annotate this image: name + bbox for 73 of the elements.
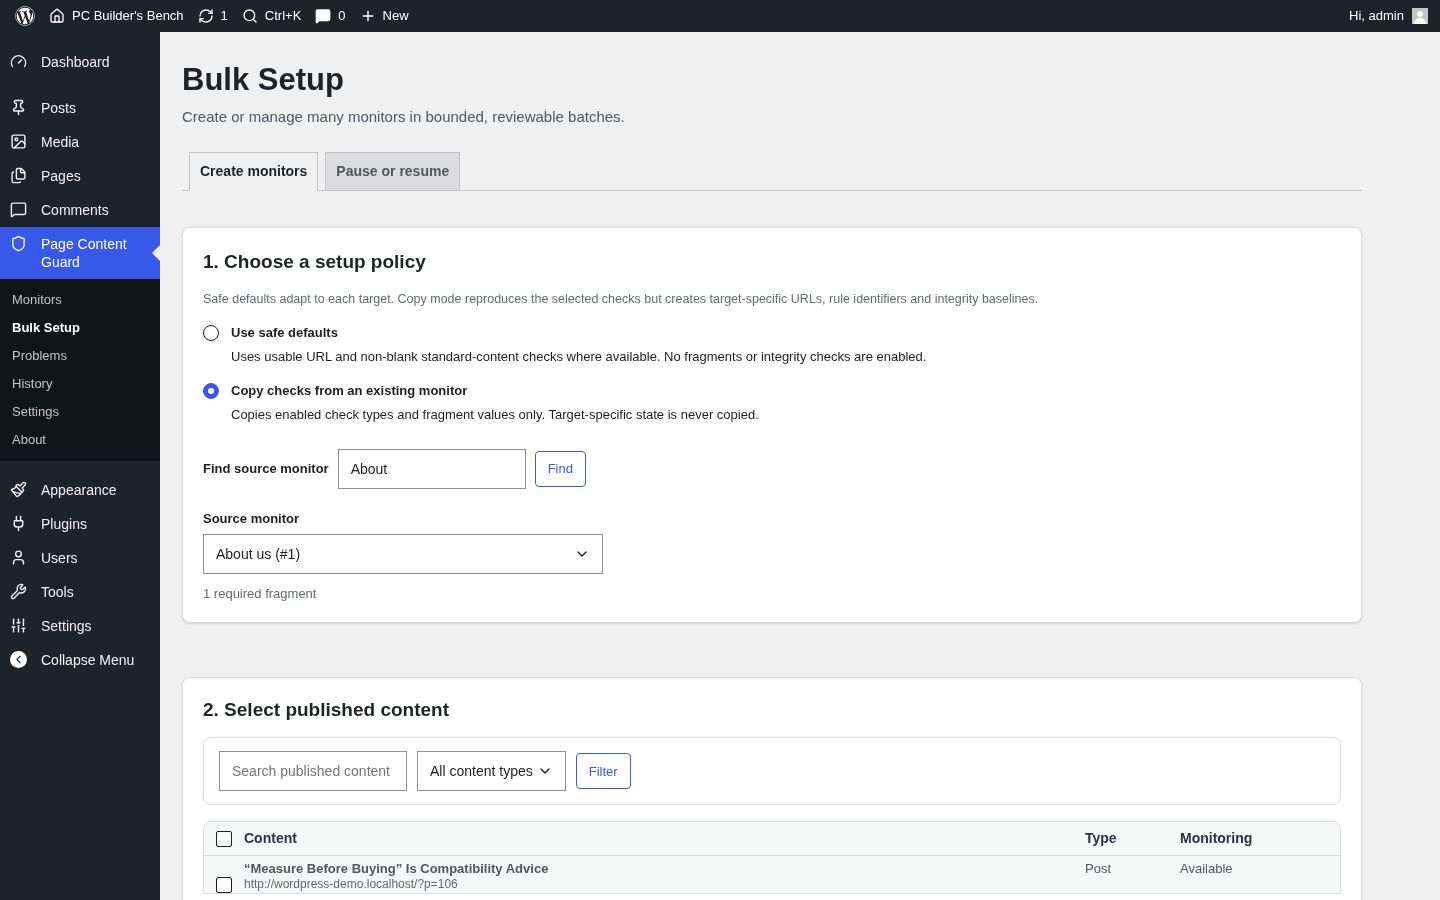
option-label: Copy checks from an existing monitor (231, 381, 469, 400)
content-url: http://wordpress-demo.localhost/?p=106 (244, 878, 459, 892)
option-description: Copies enabled check types and fragment values only. Target-specific state is never copied. (231, 406, 759, 425)
page-title: Bulk Setup (182, 61, 345, 99)
search-icon (241, 8, 258, 24)
pin-icon (10, 99, 27, 116)
page-subtitle: Create or manage many monitors in bounded, reviewable batches. (182, 107, 626, 127)
sidebar-item[interactable]: Page Content Guard (0, 227, 160, 279)
section-heading: 1. Choose a setup policy (203, 249, 427, 274)
admin-bar-item[interactable]: 0 (308, 0, 353, 32)
filter-button[interactable]: Filter (575, 753, 631, 790)
sliders-icon (10, 617, 27, 634)
sidebar-item[interactable]: Collapse Menu (0, 643, 160, 677)
submenu-item[interactable]: Problems (0, 342, 160, 370)
search-field[interactable]: Search published content (219, 751, 407, 792)
sidebar-item[interactable]: Users (0, 541, 160, 575)
shield-icon (10, 235, 27, 252)
gauge-icon (10, 53, 27, 70)
image-icon (10, 133, 27, 150)
option-label: Use safe defaults (231, 323, 339, 342)
section-heading: 2. Select published content (203, 697, 450, 722)
submenu-item[interactable]: Bulk Setup (0, 314, 160, 342)
find-button[interactable]: Find (534, 450, 586, 487)
sidebar-item[interactable]: Comments (0, 193, 160, 227)
admin-bar-item[interactable]: PC Builder's Bench (42, 0, 191, 32)
column-header: Type (1085, 830, 1117, 847)
sidebar-item[interactable]: Plugins (0, 507, 160, 541)
checkbox[interactable] (216, 830, 232, 847)
pages-icon (10, 167, 27, 184)
type-select[interactable]: All content types (417, 751, 566, 792)
radio-button[interactable] (203, 324, 219, 341)
submenu-item[interactable]: Settings (0, 398, 160, 426)
column-header: Content (244, 830, 297, 847)
submenu-item[interactable]: About (0, 426, 160, 454)
checkbox[interactable] (216, 877, 232, 894)
wrench-icon (10, 583, 27, 600)
speech-bubble-icon (10, 201, 27, 218)
sidebar-item[interactable]: Posts (0, 91, 160, 125)
sidebar-item[interactable]: Pages (0, 159, 160, 193)
sidebar-item[interactable]: Media (0, 125, 160, 159)
radio-button[interactable] (203, 382, 219, 399)
sidebar-item[interactable]: Appearance (0, 473, 160, 507)
content-title: “Measure Before Buying” Is Compatibility Advice (244, 861, 550, 878)
table-cell: Available (1180, 861, 1233, 877)
section-description: Safe defaults adapt to each target. Copy mode reproduces the selected checks but creates target-specific URLs, rule identifiers and integrity baselines. (203, 291, 1040, 308)
submenu-item[interactable]: Monitors (0, 286, 160, 314)
user-icon (10, 549, 27, 566)
sidebar-item[interactable]: Dashboard (0, 45, 160, 79)
home-icon (49, 8, 65, 24)
current-pointer-icon (152, 245, 160, 261)
refresh-icon (197, 8, 214, 24)
avatar-icon (1412, 8, 1428, 24)
column-header: Monitoring (1180, 830, 1253, 847)
option-description: Uses usable URL and non-blank standard-content checks where available. No fragments or integrity checks are enabled. (231, 348, 927, 367)
admin-bar-item[interactable]: Ctrl+K (234, 0, 309, 32)
fragment-note: 1 required fragment (203, 585, 318, 604)
source-select[interactable]: About us (#1) (203, 534, 603, 575)
speech-bubble-icon (315, 8, 332, 24)
sidebar-item[interactable]: Tools (0, 575, 160, 609)
sidebar-item[interactable]: Settings (0, 609, 160, 643)
admin-bar-item[interactable]: 1 (190, 0, 235, 32)
submenu-item[interactable]: History (0, 370, 160, 398)
table-cell: Post (1085, 861, 1111, 877)
field-label: Source monitor (203, 509, 301, 528)
collapse-icon (10, 651, 27, 668)
wordpress-logo-icon (15, 6, 35, 26)
tab[interactable]: Pause or resume (325, 151, 461, 191)
tab[interactable]: Create monitors (189, 151, 319, 191)
account-menu[interactable]: Hi, admin (1349, 6, 1432, 26)
search-field[interactable]: About (337, 448, 526, 489)
paintbrush-icon (10, 481, 27, 498)
admin-bar-item[interactable]: New (352, 0, 416, 32)
field-label: Find source monitor (203, 460, 329, 478)
